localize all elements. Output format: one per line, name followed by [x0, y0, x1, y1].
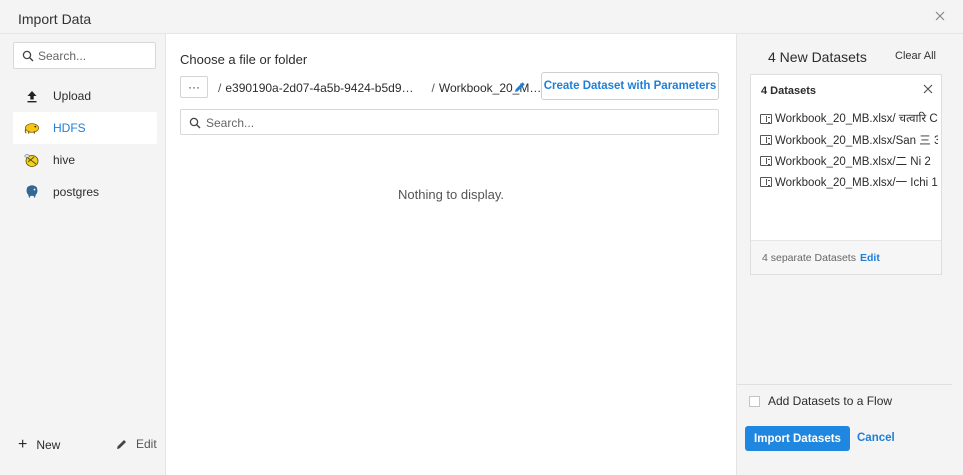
source-item-label: HDFS [53, 121, 86, 135]
dataset-item-label: Workbook_20_MB.xlsx/一 Ichi 1 [775, 176, 938, 189]
source-item-label: postgres [53, 185, 100, 199]
search-icon [22, 50, 34, 62]
new-source-label: New [36, 438, 61, 452]
file-search[interactable] [180, 109, 719, 135]
dataset-item[interactable]: Workbook_20_MB.xlsx/ चत्वारि Chi [760, 108, 938, 129]
dataset-item[interactable]: Workbook_20_MB.xlsx/一 Ichi 1 [760, 171, 938, 192]
excel-file-icon [760, 134, 772, 145]
source-item-hive[interactable]: hive [13, 144, 157, 176]
add-to-flow-checkbox[interactable]: Add Datasets to a Flow [749, 394, 892, 408]
datasets-card: 4 Datasets Workbook_20_MB.xlsx/ चत्वारि … [750, 74, 942, 275]
excel-file-icon [760, 113, 772, 124]
excel-file-icon [760, 176, 772, 187]
dataset-list: Workbook_20_MB.xlsx/ चत्वारि Chi Workboo… [760, 108, 938, 192]
excel-file-icon [760, 155, 772, 166]
close-icon[interactable] [933, 9, 947, 23]
breadcrumb: / e390190a-2d07-4a5b-9424-b5d9… / Workbook_… [218, 81, 541, 95]
dialog-title: Import Data [18, 11, 92, 27]
source-item-postgres[interactable]: postgres [13, 176, 157, 208]
new-datasets-panel: 4 New Datasets Clear All 4 Datasets Work… [736, 34, 963, 475]
source-item-hdfs[interactable]: HDFS [13, 112, 157, 144]
new-datasets-title: 4 New Datasets [768, 49, 867, 65]
checkbox-box[interactable] [749, 395, 760, 407]
source-item-upload[interactable]: Upload [13, 80, 157, 112]
postgres-elephant-icon [24, 184, 40, 200]
new-source-button[interactable]: + New [18, 437, 60, 453]
source-footer: + New Edit [0, 437, 166, 457]
hive-bee-icon [24, 152, 40, 168]
source-item-label: Upload [53, 89, 92, 103]
empty-state-text: Nothing to display. [398, 187, 504, 202]
import-datasets-button[interactable]: Import Datasets [745, 426, 850, 451]
pencil-icon [117, 439, 126, 449]
dialog-titlebar: Import Data [0, 0, 963, 34]
file-browser: Choose a file or folder ··· / e390190a-2d… [166, 34, 736, 475]
edit-sources-label: Edit [136, 437, 157, 451]
source-search[interactable] [13, 42, 156, 69]
separate-datasets-label: 4 separate Datasets [762, 252, 856, 264]
source-panel: Upload HDFS hive [0, 34, 166, 475]
browser-heading: Choose a file or folder [180, 52, 308, 67]
create-dataset-with-parameters-button[interactable]: Create Dataset with Parameters [541, 72, 719, 100]
dataset-item-label: Workbook_20_MB.xlsx/ चत्वारि Chi [775, 113, 938, 125]
datasets-card-footer: 4 separate Datasets Edit [751, 240, 941, 274]
dataset-item[interactable]: Workbook_20_MB.xlsx/二 Ni 2 [760, 150, 938, 171]
source-item-label: hive [53, 153, 76, 167]
datasets-card-title: 4 Datasets [761, 85, 817, 97]
cancel-button[interactable]: Cancel [857, 432, 895, 444]
close-icon[interactable] [922, 83, 934, 95]
edit-datasets-link[interactable]: Edit [860, 252, 880, 264]
file-search-input[interactable] [206, 114, 706, 132]
dataset-item-label: Workbook_20_MB.xlsx/二 Ni 2 [775, 155, 931, 168]
source-search-input[interactable] [38, 47, 150, 65]
hadoop-elephant-icon [24, 120, 40, 136]
breadcrumb-more-button[interactable]: ··· [180, 76, 208, 98]
separate-datasets-text: 4 separate Datasets Edit [762, 252, 880, 264]
breadcrumb-separator: / [431, 81, 435, 95]
clear-all-button[interactable]: Clear All [895, 50, 936, 62]
dataset-item[interactable]: Workbook_20_MB.xlsx/San 三 3 [760, 129, 938, 150]
dataset-item-label: Workbook_20_MB.xlsx/San 三 3 [775, 134, 938, 147]
add-to-flow-label: Add Datasets to a Flow [768, 394, 893, 408]
edit-path-pencil-icon[interactable] [513, 80, 527, 94]
upload-icon [24, 88, 40, 104]
import-data-dialog: Import Data Upload [0, 0, 963, 475]
search-icon [189, 117, 201, 129]
divider [737, 384, 952, 385]
plus-icon: + [18, 436, 28, 453]
breadcrumb-item[interactable]: e390190a-2d07-4a5b-9424-b5d9… [225, 81, 413, 95]
edit-sources-button[interactable]: Edit [115, 437, 157, 451]
breadcrumb-separator: / [218, 81, 222, 95]
